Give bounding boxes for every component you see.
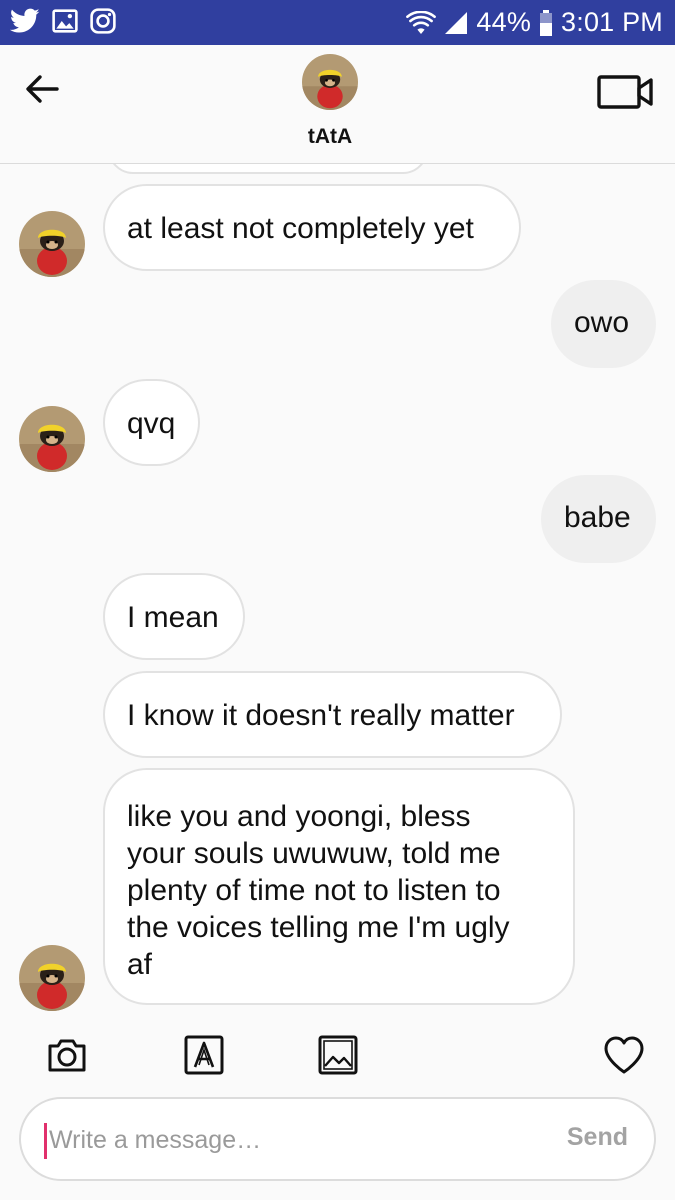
back-button[interactable]	[20, 67, 64, 111]
incoming-message[interactable]: qvq	[103, 379, 200, 466]
dog-avatar-icon	[19, 211, 85, 277]
like-button[interactable]	[603, 1035, 645, 1077]
status-bar: 44% 3:01 PM	[0, 0, 675, 45]
text-style-icon	[184, 1035, 224, 1075]
battery-icon	[539, 9, 553, 36]
camera-icon	[48, 1039, 86, 1072]
incoming-message[interactable]: I know it doesn't really matter	[103, 671, 562, 758]
sender-avatar[interactable]	[19, 406, 85, 472]
video-camera-icon	[597, 75, 653, 109]
dog-avatar-icon	[19, 406, 85, 472]
chat-screen: 44% 3:01 PM tAtA at least not completely…	[0, 0, 675, 1200]
twitter-icon	[9, 8, 40, 39]
message-bubble-partial	[108, 164, 428, 174]
outgoing-message[interactable]: babe	[541, 475, 656, 563]
message-composer[interactable]: Send	[19, 1097, 656, 1181]
contact-avatar[interactable]	[302, 54, 358, 110]
sender-avatar[interactable]	[19, 211, 85, 277]
dog-avatar-icon	[302, 54, 358, 110]
gallery-button[interactable]	[317, 1034, 359, 1076]
video-call-button[interactable]	[596, 71, 656, 111]
arrow-left-icon	[26, 75, 59, 103]
send-button[interactable]: Send	[567, 1123, 628, 1152]
message-input[interactable]	[49, 1119, 529, 1161]
camera-button[interactable]	[46, 1034, 88, 1076]
instagram-icon	[90, 8, 116, 39]
outgoing-message[interactable]: owo	[551, 280, 656, 368]
sender-avatar[interactable]	[19, 945, 85, 1011]
dog-avatar-icon	[19, 945, 85, 1011]
contact-name[interactable]: tAtA	[0, 125, 660, 149]
text-cursor	[44, 1123, 47, 1159]
wifi-icon	[406, 10, 437, 35]
cell-signal-icon	[444, 11, 468, 35]
image-icon	[318, 1035, 358, 1075]
incoming-message[interactable]: at least not completely yet	[103, 184, 521, 271]
message-list[interactable]: at least not completely yet owo qvq babe…	[0, 164, 675, 1024]
battery-percent: 44%	[476, 7, 532, 37]
clock: 3:01 PM	[561, 7, 663, 37]
system-status: 44% 3:01 PM	[406, 0, 663, 45]
gallery-icon	[52, 8, 78, 39]
chat-header: tAtA	[0, 45, 675, 164]
heart-icon	[604, 1036, 644, 1074]
notification-icons	[9, 8, 116, 39]
incoming-message[interactable]: I mean	[103, 573, 245, 660]
text-style-button[interactable]	[183, 1034, 225, 1076]
incoming-message[interactable]: like you and yoongi, bless your souls uw…	[103, 768, 575, 1005]
